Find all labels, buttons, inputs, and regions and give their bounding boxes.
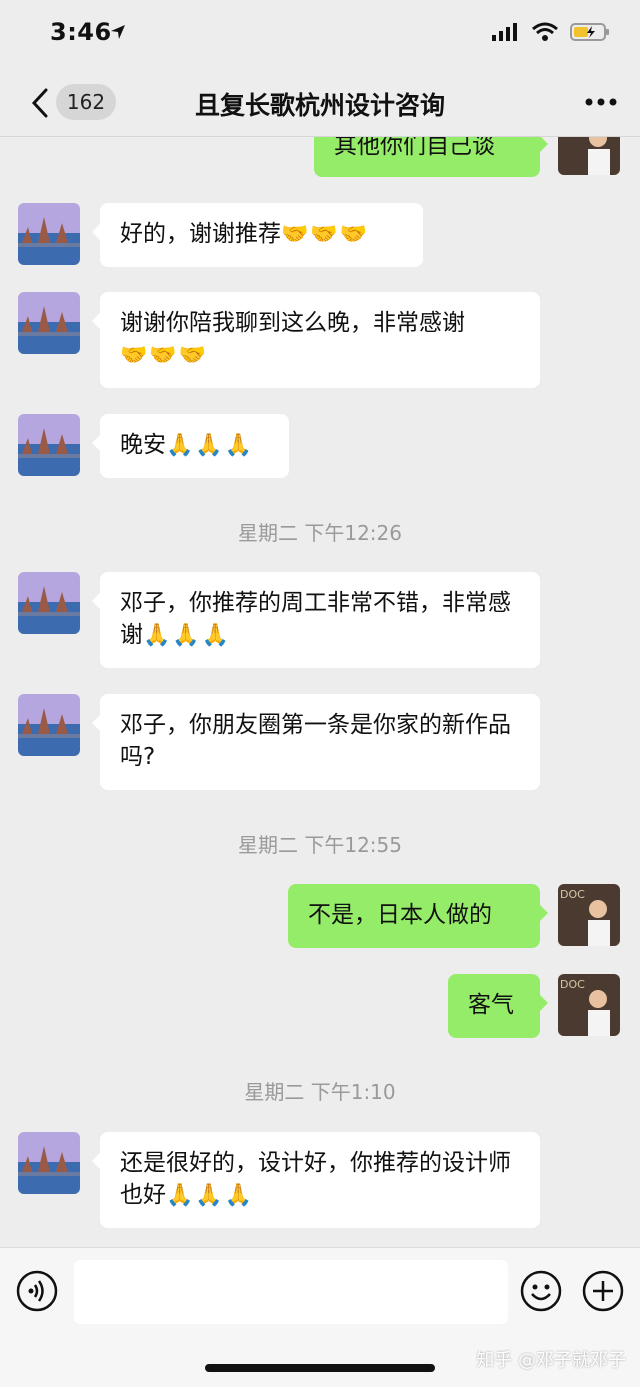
plus-icon[interactable]: [582, 1270, 624, 1312]
svg-text:DOC: DOC: [560, 978, 585, 991]
contact-avatar[interactable]: [18, 1132, 80, 1194]
outgoing-message[interactable]: 不是，日本人做的: [288, 884, 548, 948]
contact-avatar[interactable]: [18, 694, 80, 756]
contact-avatar[interactable]: [18, 414, 80, 476]
more-icon[interactable]: [584, 94, 618, 108]
handshake-emoji: 🤝🤝🤝: [281, 222, 370, 247]
incoming-message[interactable]: 还是很好的，设计好，你推荐的设计师也好🙏🙏🙏: [92, 1132, 540, 1228]
my-avatar[interactable]: [558, 137, 620, 175]
pray-emoji: 🙏🙏🙏: [143, 623, 232, 648]
outgoing-message[interactable]: 客气: [448, 974, 548, 1038]
location-icon: [110, 24, 126, 44]
battery-icon: [570, 22, 610, 46]
handshake-emoji: 🤝🤝🤝: [120, 343, 209, 368]
outgoing-message[interactable]: 其他你们自己谈: [314, 137, 548, 177]
svg-text:DOC: DOC: [560, 888, 585, 901]
timestamp: 星期二 下午1:10: [244, 1080, 396, 1104]
wifi-icon: [532, 22, 558, 46]
incoming-message[interactable]: 邓子，你推荐的周工非常不错，非常感谢🙏🙏🙏: [92, 572, 540, 668]
timestamp: 星期二 下午12:26: [238, 521, 402, 545]
incoming-message[interactable]: 晚安🙏🙏🙏: [92, 414, 289, 478]
contact-avatar[interactable]: [18, 292, 80, 354]
home-indicator[interactable]: [205, 1364, 435, 1372]
chat-header: 162 且复长歌杭州设计咨询: [0, 70, 640, 137]
signal-icon: [492, 23, 520, 45]
pray-emoji: 🙏🙏🙏: [166, 433, 255, 458]
watermark: 知乎 @邓子就邓子: [476, 1350, 626, 1371]
my-avatar[interactable]: DOC: [558, 884, 620, 946]
emoji-smiley-icon[interactable]: [520, 1270, 562, 1312]
clock: 3:46: [50, 18, 112, 46]
incoming-message[interactable]: 邓子，你朋友圈第一条是你家的新作品吗?: [92, 694, 540, 790]
input-bar: 知乎 @邓子就邓子: [0, 1247, 640, 1387]
status-bar: 3:46: [0, 0, 640, 70]
message-list[interactable]: 其他你们自己谈 好的，谢谢推荐🤝🤝🤝 谢谢你陪我聊到这么晚，非常感谢 🤝🤝🤝 晚安…: [0, 137, 640, 1247]
chat-title: 且复长歌杭州设计咨询: [194, 91, 445, 120]
message-input[interactable]: [74, 1260, 508, 1324]
my-avatar[interactable]: DOC: [558, 974, 620, 1036]
contact-avatar[interactable]: [18, 572, 80, 634]
incoming-message[interactable]: 谢谢你陪我聊到这么晚，非常感谢 🤝🤝🤝: [92, 292, 540, 388]
voice-icon[interactable]: [16, 1270, 58, 1312]
pray-emoji: 🙏🙏🙏: [166, 1183, 255, 1208]
contact-avatar[interactable]: [18, 203, 80, 265]
timestamp: 星期二 下午12:55: [238, 833, 402, 857]
incoming-message[interactable]: 好的，谢谢推荐🤝🤝🤝: [92, 203, 423, 267]
